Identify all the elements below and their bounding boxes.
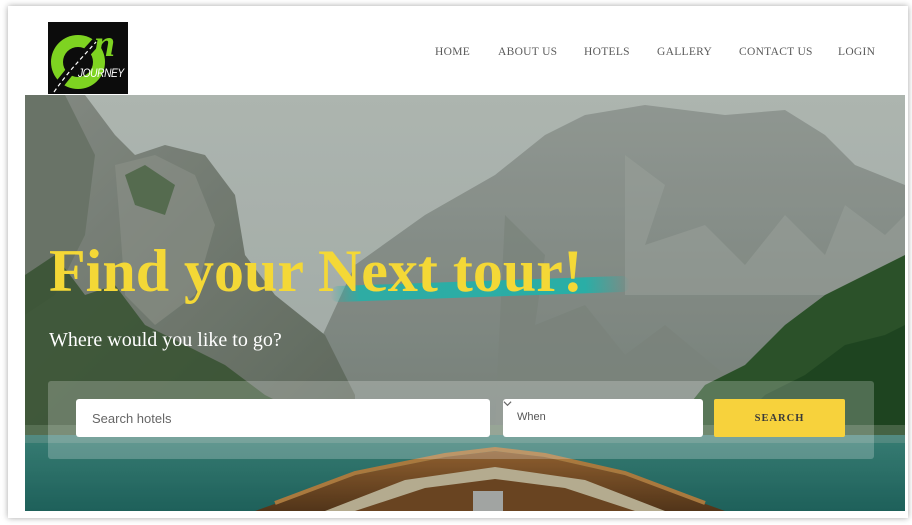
hero-subtitle: Where would you like to go? <box>49 329 282 351</box>
main-navigation: HOME ABOUT US HOTELS GALLERY CONTACT US … <box>0 46 912 62</box>
nav-contact-us[interactable]: CONTACT US <box>739 46 813 58</box>
hero-title: Find your Next tour! <box>49 238 583 304</box>
search-hotels-input[interactable] <box>76 399 490 437</box>
nav-home[interactable]: HOME <box>435 46 470 58</box>
logo-wordmark: JOURNEY <box>78 66 124 80</box>
nav-login[interactable]: LOGIN <box>838 46 875 58</box>
when-dropdown[interactable]: When <box>503 399 703 437</box>
hero-banner: Find your Next tour! Where would you lik… <box>25 95 905 511</box>
when-dropdown-label: When <box>517 411 546 423</box>
nav-about-us[interactable]: ABOUT US <box>498 46 557 58</box>
nav-gallery[interactable]: GALLERY <box>657 46 712 58</box>
search-panel: When SEARCH <box>48 381 874 459</box>
search-button[interactable]: SEARCH <box>714 399 845 437</box>
chevron-down-icon <box>503 401 512 407</box>
nav-hotels[interactable]: HOTELS <box>584 46 630 58</box>
